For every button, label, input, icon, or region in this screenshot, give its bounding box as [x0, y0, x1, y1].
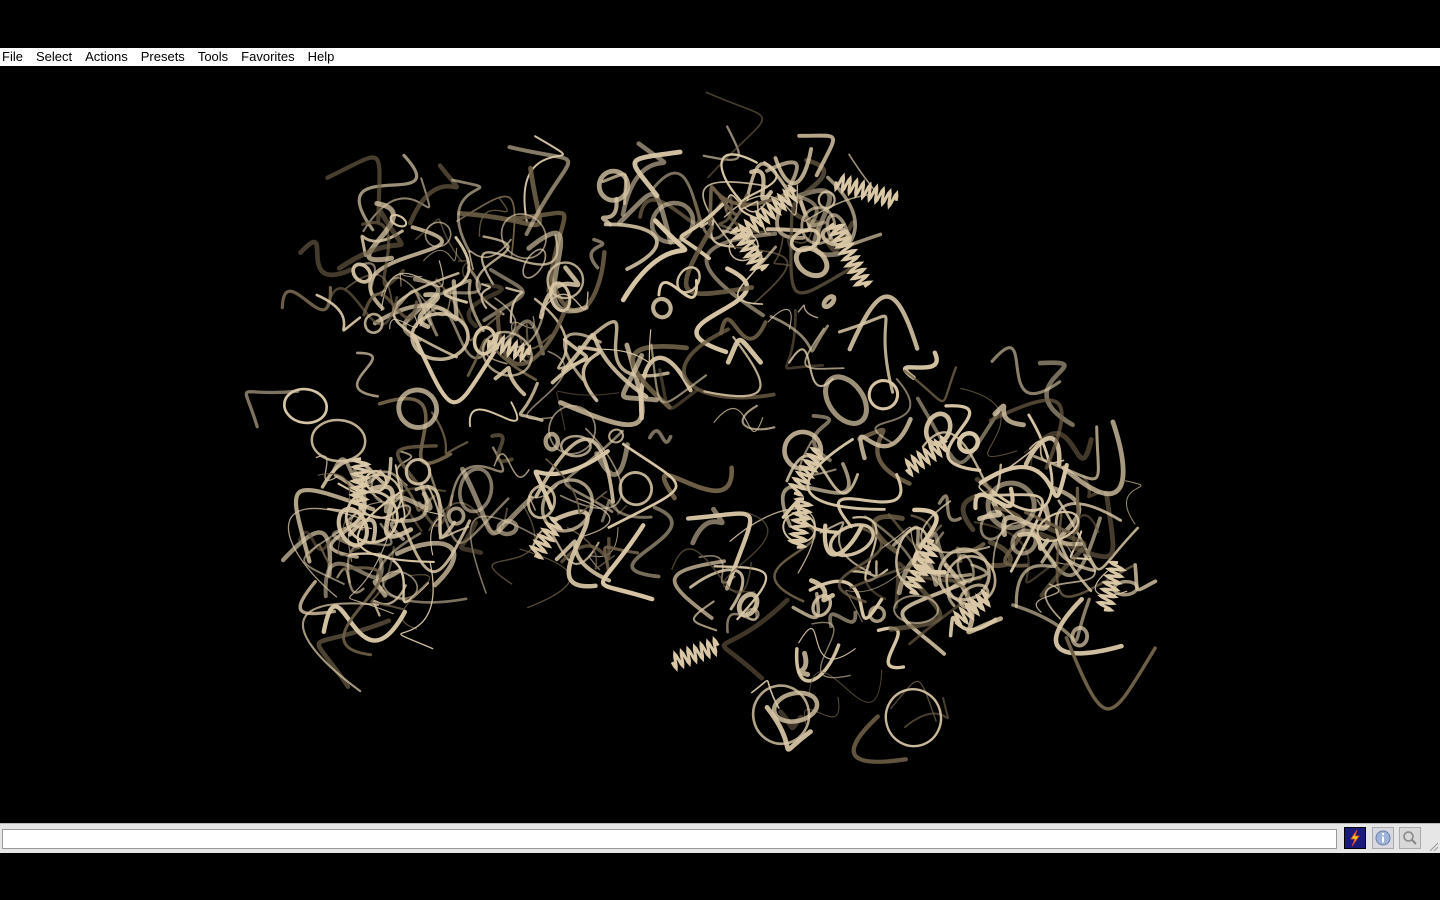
ribbon-segment [828, 610, 858, 629]
ribbon-segment [690, 506, 725, 546]
lightning-icon [1350, 829, 1360, 847]
ribbon-segment [601, 197, 619, 227]
ribbon-segment [890, 680, 937, 722]
ribbon-segment [797, 304, 819, 319]
command-line-input[interactable] [2, 829, 1337, 849]
ribbon-segment [796, 650, 811, 677]
ribbon-segment [903, 366, 958, 403]
ribbon-segment [769, 315, 829, 353]
ribbon-segment [519, 548, 571, 609]
ribbon-segment [847, 294, 920, 352]
ribbon-segment [851, 714, 908, 764]
ribbon-segment [244, 389, 300, 429]
ribbon-segment [469, 401, 519, 428]
ribbon-segment [415, 218, 463, 263]
status-bar [0, 823, 1440, 853]
molecule-viewer[interactable] [0, 66, 1440, 823]
menu-presets[interactable]: Presets [138, 48, 191, 66]
menu-bar: File Select Actions Presets Tools Favori… [0, 48, 1440, 66]
ribbon-segment [1061, 419, 1126, 497]
helix-ring [651, 296, 673, 320]
helix-ring [596, 168, 631, 203]
ribbon-segment [1037, 360, 1075, 428]
menu-help[interactable]: Help [305, 48, 341, 66]
helix-ring [649, 200, 696, 245]
ribbon-segment [876, 626, 906, 670]
menu-tools[interactable]: Tools [195, 48, 234, 66]
ribbon-segment [648, 429, 673, 444]
ribbon-segment [357, 153, 419, 232]
helix-ring [446, 506, 466, 526]
alpha-helix [670, 636, 720, 672]
ribbon-segment [315, 293, 362, 332]
helix-ring [396, 387, 440, 430]
ribbon-segment [490, 433, 514, 463]
magnifier-icon [1403, 831, 1417, 845]
helix-ring [1010, 528, 1038, 556]
ribbon-segment [672, 559, 726, 620]
alpha-helix [347, 457, 372, 510]
helix-ring [893, 594, 940, 625]
menu-file[interactable]: File [0, 48, 29, 66]
alpha-helix [1095, 560, 1127, 612]
ribbon-segment [316, 618, 392, 689]
ribbon-segment [689, 568, 745, 611]
helix-ring [618, 471, 654, 507]
resize-grip-icon[interactable] [1428, 841, 1438, 851]
molecule-ribbon-render [244, 91, 1158, 764]
ribbon-segment [1053, 596, 1124, 656]
bottom-border [0, 853, 1440, 900]
top-border [0, 0, 1440, 48]
helix-ring [884, 688, 943, 748]
ribbon-segment [705, 91, 764, 179]
lightning-button[interactable] [1344, 827, 1366, 849]
ribbon-segment [430, 411, 469, 455]
menu-select[interactable]: Select [33, 48, 78, 66]
info-button[interactable] [1372, 827, 1394, 849]
ribbon-segment [377, 396, 453, 466]
ribbon-segment [811, 621, 851, 679]
info-icon [1375, 830, 1391, 846]
ribbon-segment [600, 523, 655, 602]
helix-ring [821, 294, 837, 310]
menu-favorites[interactable]: Favorites [238, 48, 300, 66]
ribbon-segment [1124, 480, 1142, 525]
ribbon-segment [355, 351, 379, 398]
ribbon-segment [741, 404, 776, 431]
ribbon-segment [298, 239, 354, 278]
menu-actions[interactable]: Actions [82, 48, 134, 66]
magnifier-button[interactable] [1399, 827, 1421, 849]
ribbon-segment [560, 536, 611, 564]
ribbon-segment [603, 222, 659, 271]
